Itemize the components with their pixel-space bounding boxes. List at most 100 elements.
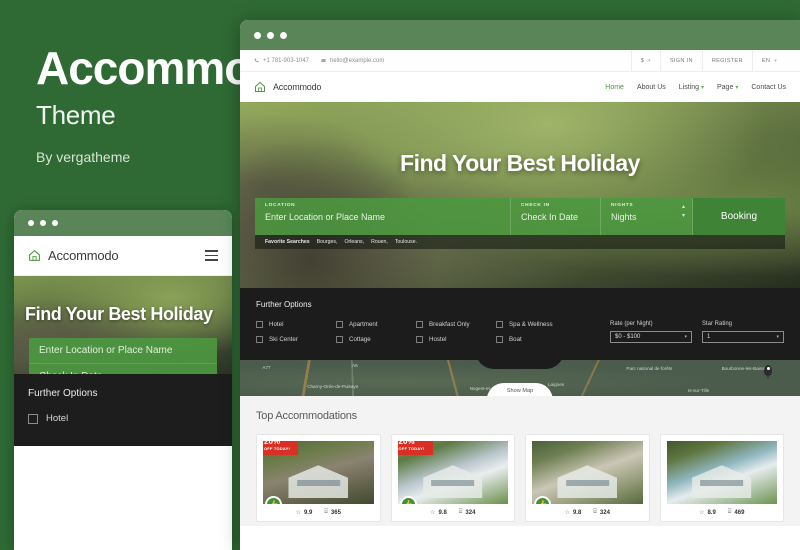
contact-phone-text: +1 781-903-1047 [263, 57, 309, 64]
checkbox-icon[interactable] [256, 321, 263, 328]
nights-stepper-icon[interactable]: ▴ ▾ [682, 203, 685, 221]
checkbox-apartment[interactable]: Apartment [336, 321, 416, 328]
card-beds: ⌸ 324 [593, 509, 610, 516]
checkbox-icon[interactable] [416, 336, 423, 343]
checkbox-icon[interactable] [336, 321, 343, 328]
search-location-field[interactable]: LOCATION Enter Location or Place Name [255, 198, 511, 235]
checkbox-breakfast-only[interactable]: Breakfast Only [416, 321, 496, 328]
mobile-location-input[interactable]: Enter Location or Place Name [29, 338, 217, 364]
mobile-brand[interactable]: Accommodo [28, 248, 119, 263]
nav-item-contact-us[interactable]: Contact Us [751, 84, 786, 91]
accommodation-card[interactable]: 👍 ☆9.8 ⌸324 [525, 434, 650, 522]
map-label-laignes: Laignes [548, 382, 565, 388]
checkbox-icon[interactable] [28, 413, 38, 424]
card-beds-value: 365 [330, 509, 341, 516]
search-nights-field[interactable]: NIGHTS Nights ▴ ▾ [601, 198, 693, 235]
favorite-search-bourges[interactable]: Bourges, [317, 239, 338, 245]
accommodation-card[interactable]: ☆ 8.9 ⌸ 469 [659, 434, 784, 522]
mobile-further-options: Further Options Hotel [14, 374, 232, 446]
search-checkin-input[interactable]: Check In Date [521, 212, 590, 222]
card-image-building [422, 465, 483, 498]
mobile-checkbox-hotel[interactable]: Hotel [28, 413, 218, 424]
checkbox-column-2: Apartment Cottage [336, 321, 416, 343]
checkbox-spa-wellness[interactable]: Spa & Wellness [496, 321, 576, 328]
star-icon: ☆ [430, 510, 436, 516]
checkbox-column-4: Spa & Wellness Boat [496, 321, 576, 343]
chevron-down-icon: ▾ [648, 57, 651, 64]
mobile-header: Accommodo [14, 236, 232, 276]
register-link[interactable]: REGISTER [701, 50, 752, 71]
nav-item-page-label: Page [717, 83, 734, 91]
nav-item-home[interactable]: Home [605, 84, 624, 91]
show-map-tab[interactable]: Show Map [486, 383, 554, 396]
site-brand[interactable]: Accommodo [254, 81, 321, 93]
window-dot-yellow-icon [40, 220, 46, 226]
card-rating: ☆ 8.9 [699, 509, 716, 517]
checkbox-hotel[interactable]: Hotel [256, 321, 336, 328]
map-strip[interactable]: View Further Options A77 A6 Charny-Orée-… [240, 360, 800, 396]
mobile-hero-title: Find Your Best Holiday [25, 304, 213, 324]
card-rating: ☆ 9.8 [430, 509, 447, 517]
map-pin-icon[interactable] [764, 365, 772, 380]
nav-item-listing[interactable]: Listing ▾ [679, 84, 704, 91]
search-checkin-field[interactable]: CHECK IN Check In Date [511, 198, 601, 235]
booking-button[interactable]: Booking [693, 198, 785, 235]
contact-phone[interactable]: +1 781-903-1047 [254, 58, 309, 64]
checkbox-cottage[interactable]: Cottage [336, 336, 416, 343]
favorite-search-orleans[interactable]: Orleans, [344, 239, 364, 245]
thumbs-up-icon[interactable]: 👍 [399, 496, 417, 504]
window-dot-red-icon [28, 220, 34, 226]
checkbox-icon[interactable] [496, 336, 503, 343]
nav-links: Home About Us Listing ▾ Page ▾ Contact Us [605, 84, 786, 91]
language-selector[interactable]: EN ▾ [751, 50, 786, 71]
thumbs-up-icon[interactable]: 👍 [265, 496, 282, 504]
nav-item-page[interactable]: Page ▾ [717, 84, 738, 91]
star-rating-value: 1 [707, 334, 711, 340]
checkbox-hostel[interactable]: Hostel [416, 336, 496, 343]
mobile-brand-name: Accommodo [48, 248, 119, 263]
checkbox-hotel-label: Hotel [269, 321, 284, 328]
checkbox-boat[interactable]: Boat [496, 336, 576, 343]
checkbox-ski-center[interactable]: Ski Center [256, 336, 336, 343]
bed-icon: ⌸ [593, 509, 597, 515]
favorite-searches-label: Favorite Searches [265, 239, 310, 245]
contact-email[interactable]: hello@example.com [321, 58, 384, 64]
mobile-checkin-input[interactable]: Check In Date [29, 364, 217, 374]
mobile-window-titlebar [14, 210, 232, 236]
contact-email-text: hello@example.com [329, 57, 385, 64]
thumbs-up-icon[interactable]: 👍 [534, 496, 551, 504]
mobile-further-title: Further Options [28, 388, 98, 399]
card-image: 20% OFF TODAY! 👍 [397, 441, 508, 504]
star-rating-label: Star Rating [702, 321, 733, 327]
card-image: 👍 [532, 441, 643, 504]
further-options-title: Further Options [256, 300, 312, 309]
window-dot-yellow-icon [267, 31, 274, 39]
checkbox-icon[interactable] [496, 321, 503, 328]
sign-in-link[interactable]: SIGN IN [659, 50, 702, 71]
view-further-options-tab[interactable]: View Further Options [475, 360, 565, 369]
favorite-search-toulouse[interactable]: Toulouse. [395, 239, 417, 245]
checkbox-icon[interactable] [256, 336, 263, 343]
accommodation-card[interactable]: 20% OFF TODAY! 👍 ☆9.9 ⌸365 [256, 434, 381, 522]
star-rating-group: Star Rating 1 ▾ [702, 321, 784, 343]
favorite-searches-bar: Favorite Searches Bourges, Orleans, Roue… [255, 235, 785, 249]
checkbox-icon[interactable] [336, 336, 343, 343]
nav-item-about-us[interactable]: About Us [637, 84, 666, 91]
discount-badge: 20% OFF TODAY! [263, 441, 299, 455]
home-icon [29, 250, 40, 261]
rate-per-night-select[interactable]: $0 - $100 ▾ [610, 331, 692, 343]
currency-selector[interactable]: $ ▾ [630, 50, 660, 71]
accommodation-card[interactable]: 20% OFF TODAY! 👍 ☆9.8 ⌸324 [390, 434, 515, 522]
card-rating: ☆ 9.8 [565, 509, 582, 517]
card-image-building [691, 465, 752, 498]
site-brand-name: Accommodo [273, 82, 322, 92]
search-location-label: LOCATION [265, 203, 296, 208]
checkbox-boat-label: Boat [509, 336, 522, 343]
favorite-search-rouen[interactable]: Rouen, [371, 239, 388, 245]
hamburger-icon[interactable] [205, 250, 218, 261]
star-rating-select[interactable]: 1 ▾ [702, 331, 784, 343]
hero-title: Find Your Best Holiday [400, 150, 640, 176]
checkbox-icon[interactable] [416, 321, 423, 328]
search-nights-input[interactable]: Nights [611, 212, 682, 222]
search-location-input[interactable]: Enter Location or Place Name [265, 212, 500, 222]
